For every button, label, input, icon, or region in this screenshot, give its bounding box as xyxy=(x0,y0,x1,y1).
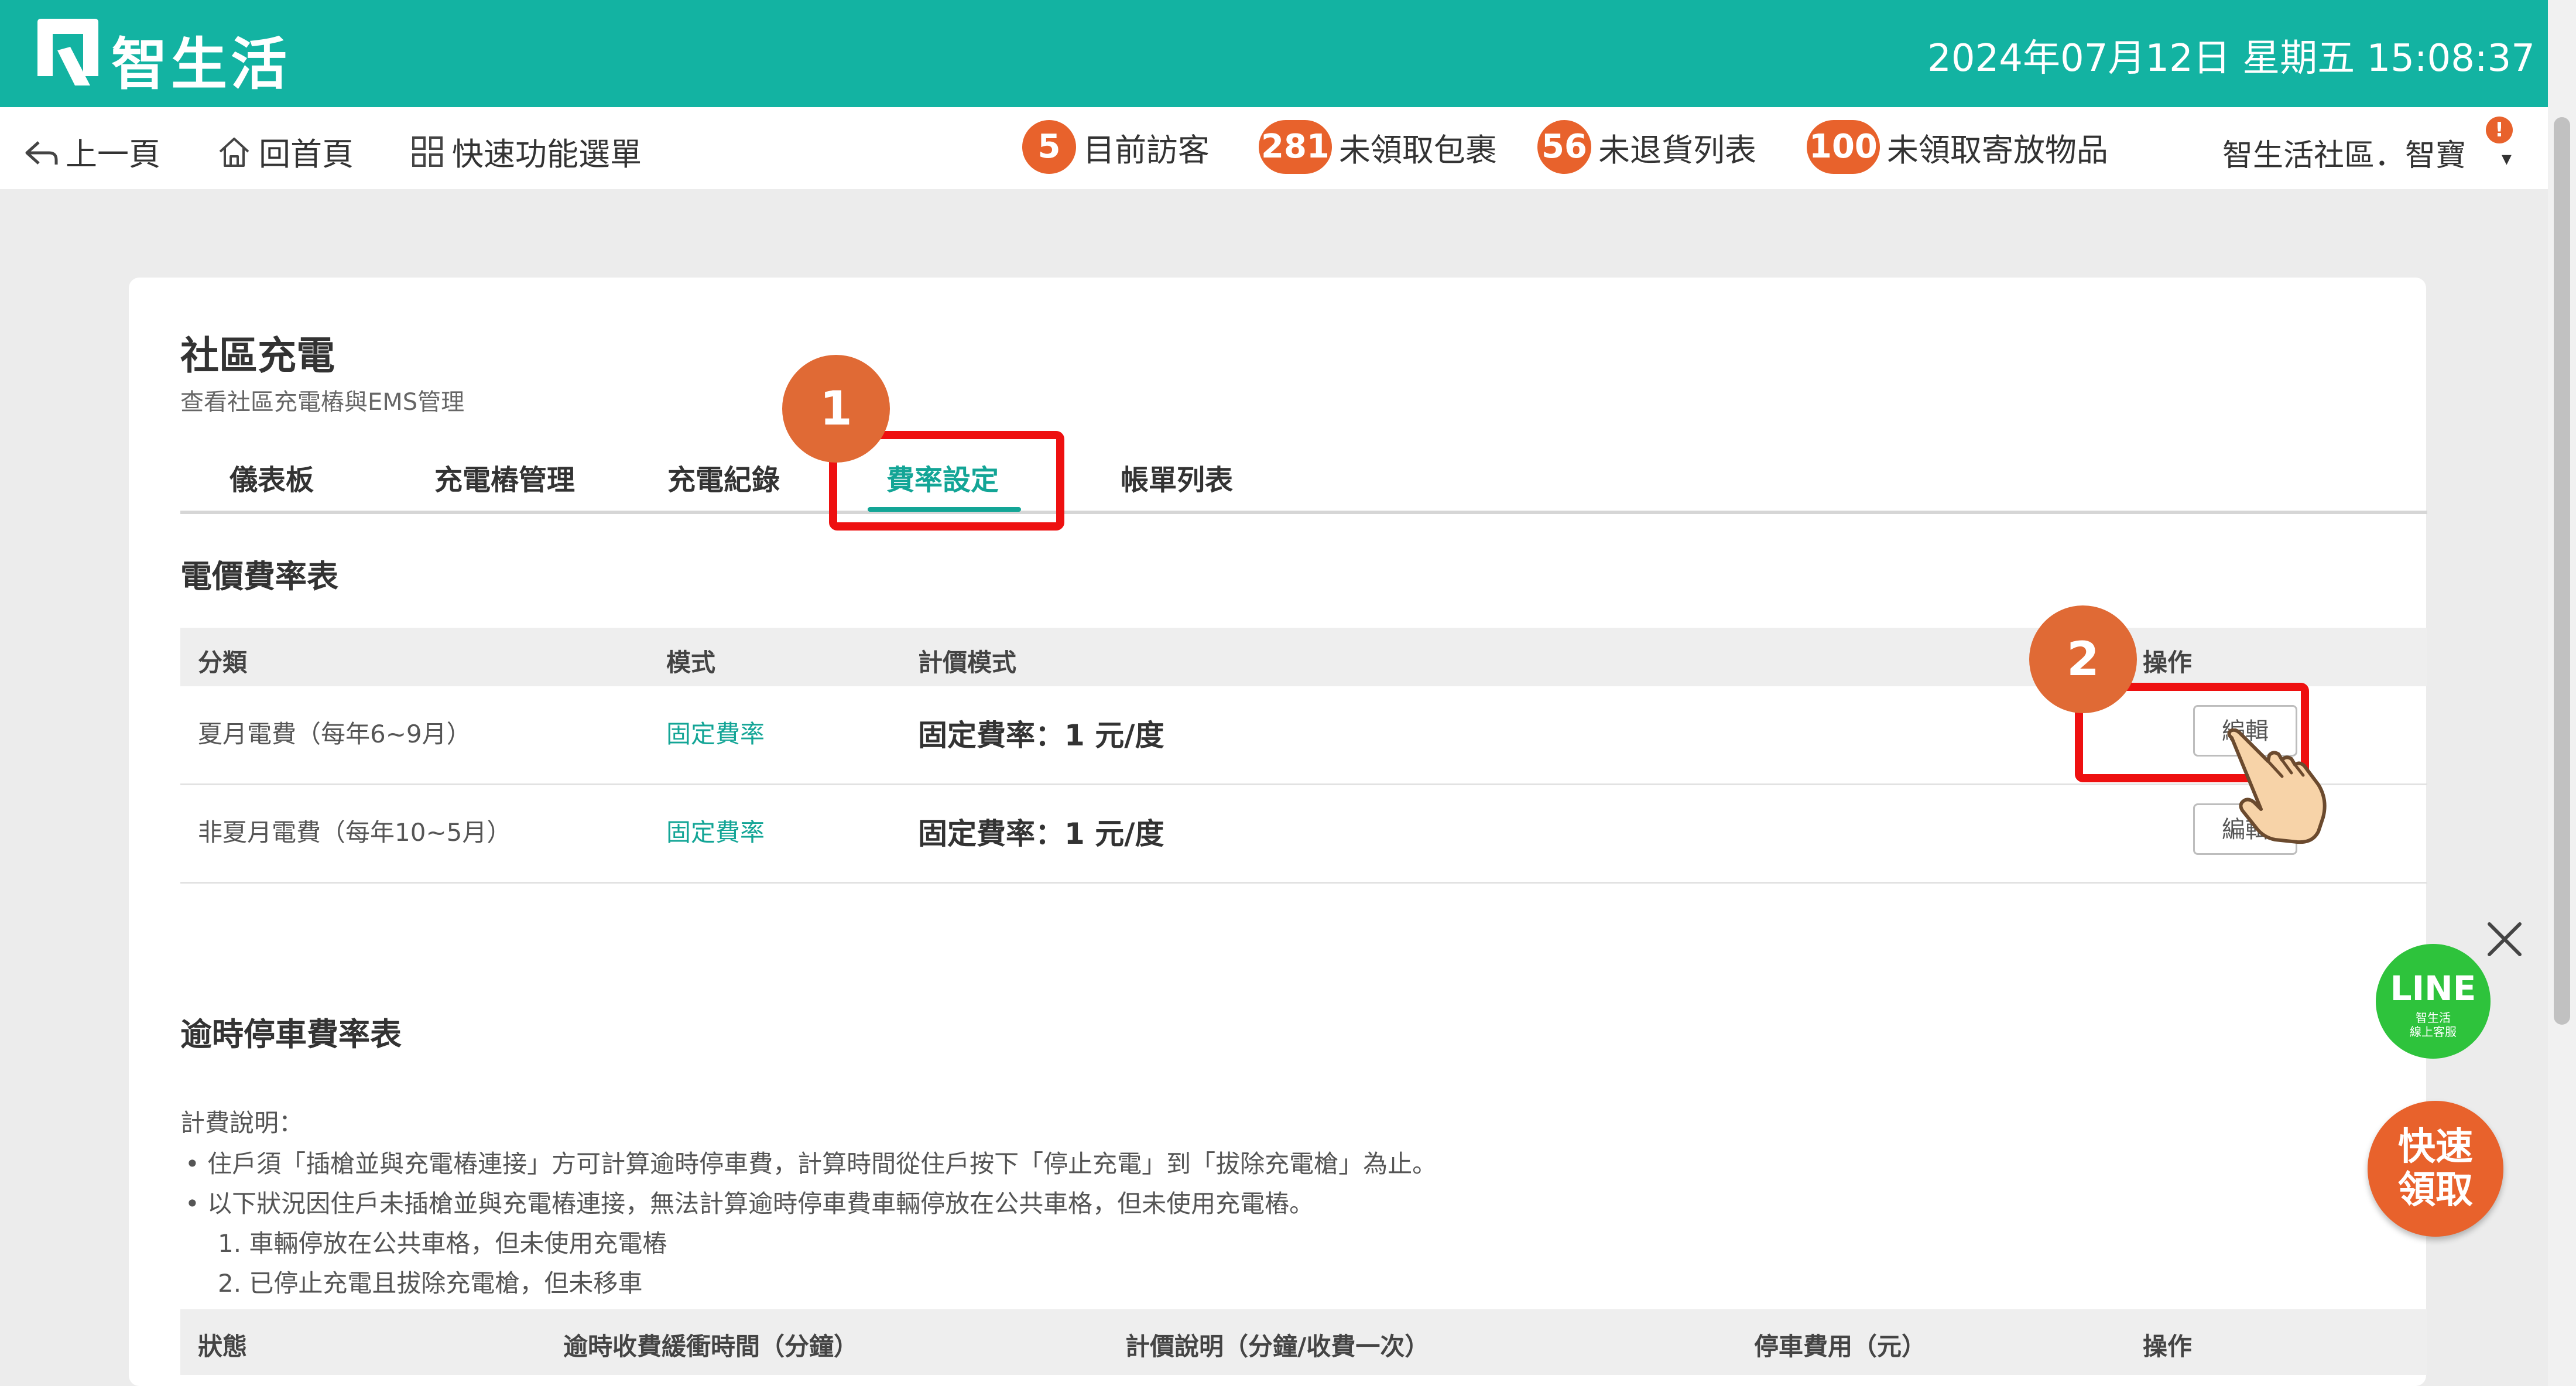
top-nav: 上一頁 回首頁 快速功能選單 5 目前訪客 281 未領取包裹 56 未退貨列表… xyxy=(0,107,2548,189)
billing-note-1-text: 住戶須「插槍並與充電樁連接」方可計算逾時停車費，計算時間從住戶按下「停止充電」到… xyxy=(207,1149,1437,1178)
stored-items-label: 未領取寄放物品 xyxy=(1886,131,2108,169)
header-action: 操作 xyxy=(2143,648,2193,677)
close-icon[interactable] xyxy=(2481,916,2528,963)
tab-billing-list[interactable]: 帳單列表 xyxy=(1121,457,1233,498)
stat-stored-items[interactable]: 100 未領取寄放物品 xyxy=(1807,120,2108,174)
brand-name: 智生活 xyxy=(111,32,290,97)
parking-table-header: 狀態 逾時收費緩衝時間（分鐘） 計價說明（分鐘/收費一次） 停車費用（元） 操作 xyxy=(180,1309,2427,1375)
row-pricing: 固定費率：1 元/度 xyxy=(918,718,1164,752)
header-category: 分類 xyxy=(198,648,248,677)
rate-table-title: 電價費率表 xyxy=(180,558,338,595)
back-button[interactable]: 上一頁 xyxy=(23,128,160,174)
line-support-button[interactable]: LINE 智生活 線上客服 xyxy=(2376,944,2491,1059)
row-mode: 固定費率 xyxy=(666,720,765,748)
app-header: 智生活 2024年07月12日 星期五 15:08:37 xyxy=(0,0,2548,107)
line-sub-label-2: 線上客服 xyxy=(2410,1025,2457,1039)
quick-pickup-label-1: 快速 xyxy=(2398,1125,2473,1169)
tab-charging-records[interactable]: 充電紀錄 xyxy=(667,457,780,498)
home-button[interactable]: 回首頁 xyxy=(217,128,354,174)
quick-pickup-button[interactable]: 快速 領取 xyxy=(2368,1101,2503,1237)
billing-note-2: • 以下狀況因住戶未插槍並與充電樁連接，無法計算逾時停車費車輛停放在公共車格，但… xyxy=(185,1189,1314,1218)
scrollbar-thumb[interactable] xyxy=(2554,117,2570,1025)
header-parking-fee: 停車費用（元） xyxy=(1754,1332,1927,1361)
packages-label: 未領取包裹 xyxy=(1338,131,1497,169)
user-menu[interactable]: 智生活社區．智寶 xyxy=(2222,131,2466,174)
billing-note-2-text: 以下狀況因住戶未插槍並與充電樁連接，無法計算逾時停車費車輛停放在公共車格，但未使… xyxy=(207,1189,1314,1218)
header-mode: 模式 xyxy=(666,648,716,677)
billing-note-title: 計費說明： xyxy=(180,1108,304,1137)
packages-count-badge: 281 xyxy=(1259,120,1332,174)
stored-items-count-badge: 100 xyxy=(1807,120,1880,174)
visitors-label: 目前訪客 xyxy=(1083,131,1210,169)
step-marker-2: 2 xyxy=(2029,605,2137,713)
table-row: 非夏月電費（每年10~5月） 固定費率 固定費率：1 元/度 編輯 xyxy=(180,785,2427,884)
header-buffer-time: 逾時收費緩衝時間（分鐘） xyxy=(563,1332,859,1361)
row-category: 夏月電費（每年6~9月） xyxy=(198,720,471,748)
quick-pickup-label-2: 領取 xyxy=(2398,1169,2473,1212)
home-label: 回首頁 xyxy=(259,136,354,173)
line-logo-text: LINE xyxy=(2390,969,2476,1008)
home-icon xyxy=(219,137,249,167)
page-scrollbar[interactable] xyxy=(2548,0,2576,1386)
visitors-count-badge: 5 xyxy=(1022,120,1076,174)
billing-subnote-2: 2. 已停止充電且拔除充電槍，但未移車 xyxy=(218,1269,643,1298)
row-category: 非夏月電費（每年10~5月） xyxy=(198,818,512,847)
header-pricing: 計價模式 xyxy=(918,648,1017,677)
notification-badge[interactable]: ! xyxy=(2486,117,2513,143)
tab-charger-management[interactable]: 充電樁管理 xyxy=(434,457,575,498)
page-title: 社區充電 xyxy=(180,333,335,378)
stat-returns[interactable]: 56 未退貨列表 xyxy=(1537,120,1756,174)
stat-packages[interactable]: 281 未領取包裹 xyxy=(1259,120,1497,174)
tab-underline xyxy=(180,511,2427,514)
grid-menu-icon xyxy=(412,136,443,167)
header-action: 操作 xyxy=(2143,1332,2193,1361)
chevron-down-icon[interactable]: ▾ xyxy=(2502,147,2512,170)
header-pricing-desc: 計價說明（分鐘/收費一次） xyxy=(1125,1332,1430,1361)
page-subtitle: 查看社區充電樁與EMS管理 xyxy=(180,389,465,416)
back-arrow-icon xyxy=(25,141,58,165)
returns-count-badge: 56 xyxy=(1537,120,1591,174)
returns-label: 未退貨列表 xyxy=(1598,131,1756,169)
quick-menu-button[interactable]: 快速功能選單 xyxy=(410,128,642,174)
content-card: 社區充電 查看社區充電樁與EMS管理 儀表板 充電樁管理 充電紀錄 費率設定 帳… xyxy=(129,278,2427,1386)
billing-note-1: • 住戶須「插槍並與充電樁連接」方可計算逾時停車費，計算時間從住戶按下「停止充電… xyxy=(185,1149,1437,1178)
tab-dashboard[interactable]: 儀表板 xyxy=(229,457,314,498)
row-pricing: 固定費率：1 元/度 xyxy=(918,817,1164,851)
step-marker-1: 1 xyxy=(782,355,890,463)
header-status: 狀態 xyxy=(198,1332,248,1361)
parking-table-title: 逾時停車費率表 xyxy=(180,1016,402,1053)
stat-visitors[interactable]: 5 目前訪客 xyxy=(1022,120,1210,174)
back-label: 上一頁 xyxy=(66,136,160,173)
billing-subnote-1: 1. 車輛停放在公共車格，但未使用充電樁 xyxy=(218,1229,667,1258)
app-logo-icon[interactable] xyxy=(34,16,102,87)
pointing-hand-icon xyxy=(2227,728,2327,844)
datetime-display: 2024年07月12日 星期五 15:08:37 xyxy=(1927,37,2535,80)
row-mode: 固定費率 xyxy=(666,818,765,847)
quick-menu-label: 快速功能選單 xyxy=(452,136,642,173)
